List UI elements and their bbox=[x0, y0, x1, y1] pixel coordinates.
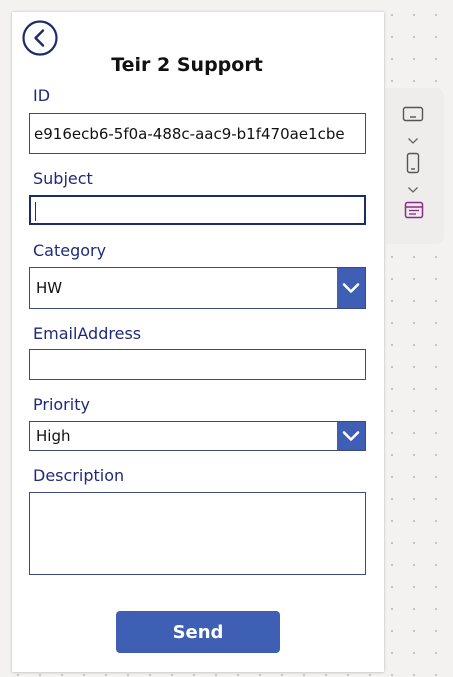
priority-dropdown[interactable]: High bbox=[29, 421, 366, 451]
category-dropdown-toggle[interactable] bbox=[337, 268, 365, 308]
subject-label: Subject bbox=[33, 169, 93, 188]
id-label: ID bbox=[33, 86, 51, 105]
chevron-down-icon bbox=[342, 283, 360, 293]
email-label: EmailAddress bbox=[33, 324, 142, 343]
tablet-layout-icon bbox=[402, 106, 424, 122]
back-arrow-icon bbox=[22, 20, 58, 56]
priority-selected-value: High bbox=[36, 427, 71, 445]
category-label: Category bbox=[33, 241, 107, 260]
form-layout-button[interactable] bbox=[404, 201, 424, 223]
chevron-down-icon bbox=[342, 431, 360, 441]
priority-label: Priority bbox=[33, 395, 90, 414]
description-textarea[interactable] bbox=[29, 492, 366, 575]
tablet-layout-expand[interactable] bbox=[407, 130, 419, 149]
priority-dropdown-toggle[interactable] bbox=[337, 422, 365, 450]
phone-layout-icon bbox=[406, 152, 420, 174]
category-dropdown[interactable]: HW bbox=[29, 267, 366, 309]
tablet-layout-button[interactable] bbox=[402, 106, 424, 126]
chevron-down-icon bbox=[408, 138, 418, 144]
category-selected-value: HW bbox=[36, 279, 63, 297]
email-input[interactable] bbox=[29, 349, 366, 380]
text-caret bbox=[35, 202, 36, 221]
phone-layout-button[interactable] bbox=[406, 152, 420, 178]
id-input[interactable] bbox=[29, 113, 366, 154]
form-title: Teir 2 Support bbox=[111, 54, 263, 76]
app-screen: Teir 2 Support ID Subject Category HW Em… bbox=[12, 12, 384, 672]
layout-side-panel bbox=[386, 88, 444, 244]
phone-layout-expand[interactable] bbox=[407, 179, 419, 198]
subject-input[interactable] bbox=[29, 195, 366, 225]
description-label: Description bbox=[33, 466, 125, 485]
send-button[interactable]: Send bbox=[116, 611, 280, 653]
chevron-down-icon bbox=[408, 187, 418, 193]
form-layout-icon bbox=[404, 201, 424, 219]
back-button[interactable] bbox=[22, 20, 58, 56]
